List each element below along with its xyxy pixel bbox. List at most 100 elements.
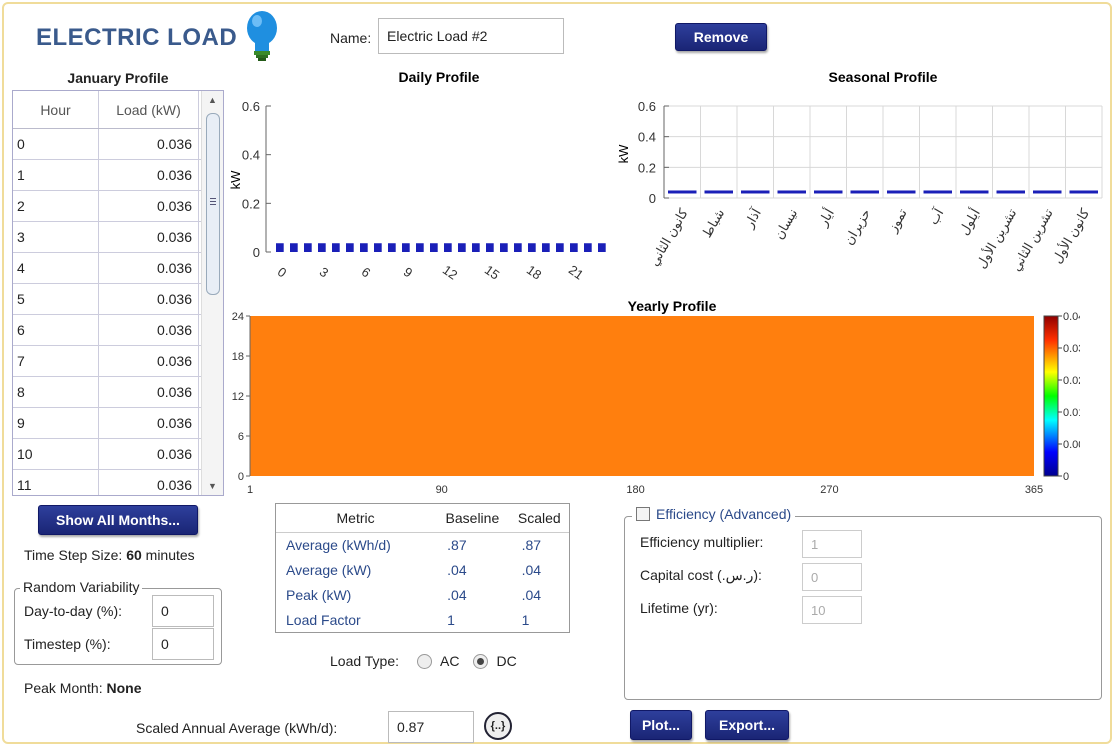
show-all-months-button[interactable]: Show All Months... [38,505,198,535]
scaled-column-header: Scaled [509,504,569,533]
export-button[interactable]: Export... [705,710,789,740]
timestep-variability-input[interactable]: 0 [152,628,214,660]
hour-cell: 2 [13,191,99,221]
seasonal-bar [741,190,770,194]
table-row[interactable]: 10 0.036 [13,439,223,470]
seasonal-x-tick-label: حزيران [841,206,874,248]
hour-cell: 0 [13,129,99,159]
metric-column-header: Metric [276,504,436,533]
seasonal-bar [850,190,879,194]
capital-cost-label: Capital cost (.ر.س): [640,567,762,583]
daily-x-tick-label: 9 [401,264,416,280]
ac-radio[interactable] [417,653,433,669]
ac-radio-label[interactable]: AC [440,653,459,669]
lifetime-input[interactable]: 10 [802,596,862,624]
daily-bar [542,243,550,252]
load-cell[interactable]: 0.036 [99,346,199,376]
daily-x-tick-label: 0 [275,264,290,280]
load-cell[interactable]: 0.036 [99,470,199,495]
lifetime-value: 10 [811,602,826,618]
daily-bar [584,243,592,252]
table-row[interactable]: 9 0.036 [13,408,223,439]
hour-cell: 10 [13,439,99,469]
table-row[interactable]: 2 0.036 [13,191,223,222]
yearly-profile-chart: Yearly Profile 0 6 12 18 24 1 90 180 270 365 0 0.0 0… [232,298,1080,496]
efficiency-multiplier-label: Efficiency multiplier: [640,534,764,550]
table-row[interactable]: 4 0.036 [13,253,223,284]
daily-x-tick-label: 15 [482,262,502,283]
colorbar-tick-label: 0.024 [1063,375,1080,387]
daily-bar [528,243,536,252]
remove-button[interactable]: Remove [675,23,767,51]
metrics-header-row: Metric Baseline Scaled [276,504,569,533]
hour-cell: 8 [13,377,99,407]
table-row[interactable]: 0 0.036 [13,129,223,160]
plot-button[interactable]: Plot... [630,710,692,740]
efficiency-checkbox[interactable] [636,507,650,521]
scaled-annual-average-label: Scaled Annual Average (kWh/d): [136,720,338,736]
scaled-annual-average-input[interactable]: 0.87 [388,711,474,743]
table-row[interactable]: 11 0.036 [13,470,223,495]
daily-profile-chart: Daily Profile 0 0.2 0.4 0.6 kW 0 3 6 9 12 15 18 21 [228,69,606,283]
metric-row: Average (kW) .04 .04 [276,557,569,582]
daily-bar [318,243,326,252]
daily-x-tick-label: 3 [317,264,332,280]
seasonal-bar [923,190,952,194]
daily-x-tick-label: 6 [359,264,374,280]
yearly-x-tick-label: 365 [1025,484,1043,496]
seasonal-x-tick-label: نيسان [771,206,800,242]
seasonal-x-tick-label: آذار [740,204,766,231]
dc-radio-label[interactable]: DC [496,653,516,669]
load-cell[interactable]: 0.036 [99,439,199,469]
load-cell[interactable]: 0.036 [99,191,199,221]
metric-scaled: 1 [521,611,530,628]
seasonal-y-tick-label: 0 [649,191,656,206]
dc-radio[interactable] [473,653,489,669]
metrics-table: Metric Baseline Scaled Average (kWh/d) .… [275,503,570,633]
day-to-day-input[interactable]: 0 [152,595,214,627]
efficiency-multiplier-input[interactable]: 1 [802,530,862,558]
hour-cell: 4 [13,253,99,283]
metric-scaled: .04 [521,586,542,603]
table-row[interactable]: 8 0.036 [13,377,223,408]
time-step-label: Time Step Size: [24,547,127,563]
load-cell[interactable]: 0.036 [99,284,199,314]
scrollbar-thumb[interactable] [206,113,220,295]
daily-bar [304,243,312,252]
load-cell[interactable]: 0.036 [99,129,199,159]
load-cell[interactable]: 0.036 [99,222,199,252]
seasonal-bar [1069,190,1098,194]
calculator-button[interactable]: {..} [484,712,512,740]
metric-baseline: .04 [447,561,467,578]
day-to-day-value: 0 [161,603,169,619]
time-step-size: Time Step Size: 60 minutes [24,547,195,563]
name-input[interactable]: Electric Load #2 [378,18,564,54]
daily-bar [486,243,494,252]
load-cell[interactable]: 0.036 [99,160,199,190]
baseline-column-header: Baseline [435,504,510,533]
lifetime-label: Lifetime (yr): [640,600,718,616]
efficiency-title[interactable]: Efficiency (Advanced) [656,506,791,522]
table-row[interactable]: 6 0.036 [13,315,223,346]
scroll-down-icon[interactable]: ▼ [208,481,217,491]
table-row[interactable]: 5 0.036 [13,284,223,315]
table-header: Hour Load (kW) [13,91,223,129]
scroll-up-icon[interactable]: ▲ [208,95,217,105]
table-row[interactable]: 7 0.036 [13,346,223,377]
yearly-x-tick-label: 180 [626,484,644,496]
load-cell[interactable]: 0.036 [99,408,199,438]
load-cell[interactable]: 0.036 [99,315,199,345]
hour-column-header[interactable]: Hour [13,91,99,128]
efficiency-multiplier-value: 1 [811,536,819,552]
load-cell[interactable]: 0.036 [99,253,199,283]
yearly-y-tick-label: 0 [238,471,244,483]
daily-x-tick-label: 21 [566,262,586,283]
load-cell[interactable]: 0.036 [99,377,199,407]
table-row[interactable]: 3 0.036 [13,222,223,253]
table-row[interactable]: 1 0.036 [13,160,223,191]
seasonal-bar [996,190,1025,194]
load-column-header[interactable]: Load (kW) [99,91,199,128]
capital-cost-input[interactable]: 0 [802,563,862,591]
table-body: 0 0.036 1 0.036 2 0.036 3 0.036 4 0.036 5 0.0… [13,129,223,495]
metric-name: Load Factor [286,611,361,628]
